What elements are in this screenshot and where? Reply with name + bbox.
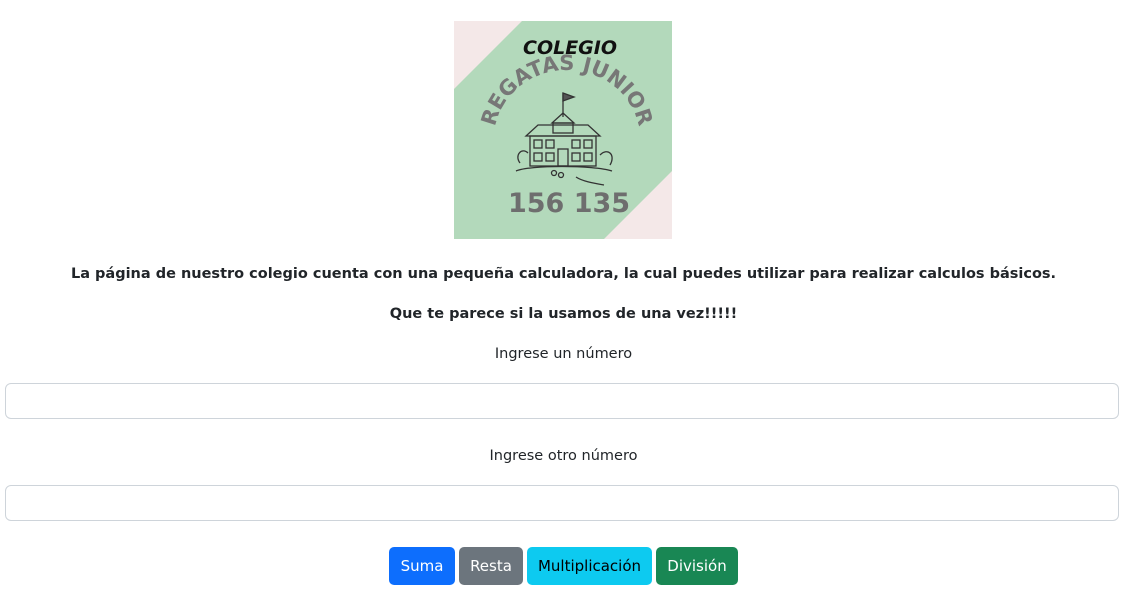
second-number-label: Ingrese otro número: [489, 448, 638, 464]
school-logo: COLEGIO REGATAS JUNIOR 156 135: [454, 21, 672, 239]
first-number-label: Ingrese un número: [494, 346, 633, 362]
suma-button[interactable]: Suma: [389, 547, 455, 585]
svg-text:156 135: 156 135: [508, 188, 630, 219]
resta-button[interactable]: Resta: [459, 547, 523, 585]
division-button[interactable]: División: [656, 547, 738, 585]
operation-buttons: Suma Resta Multiplicación División: [0, 547, 1127, 585]
intro-text: La página de nuestro colegio cuenta con …: [70, 266, 1057, 282]
intro-cta-text: Que te parece si la usamos de una vez!!!…: [389, 306, 738, 322]
first-number-input[interactable]: [5, 383, 1119, 419]
multiplicacion-button[interactable]: Multiplicación: [527, 547, 652, 585]
calculator-page: COLEGIO REGATAS JUNIOR 156 135 La página…: [0, 0, 1127, 598]
school-logo-graphic: COLEGIO REGATAS JUNIOR 156 135: [454, 21, 672, 239]
second-number-input[interactable]: [5, 485, 1119, 521]
